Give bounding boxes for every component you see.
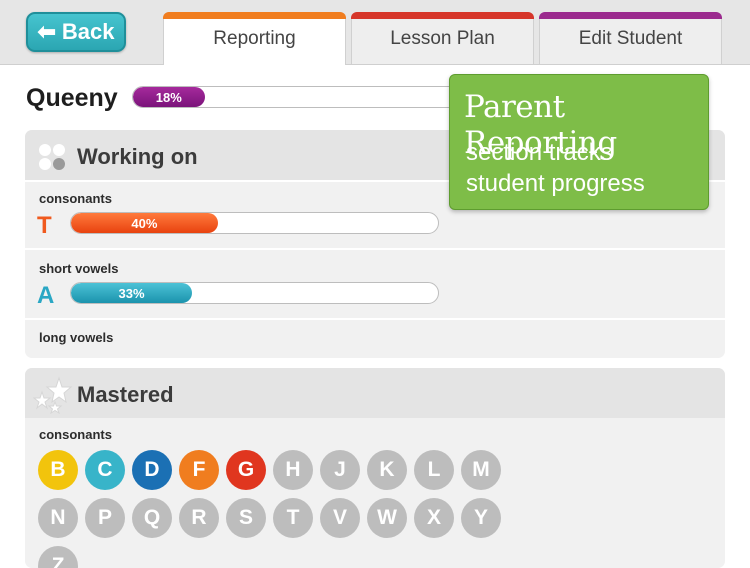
back-button[interactable]: ⬅ Back	[26, 12, 126, 52]
letter-badge-j[interactable]: J	[320, 450, 360, 490]
category-progress-bar: 33%	[70, 282, 439, 304]
student-name: Queeny	[26, 84, 118, 112]
category-progress-label: 40%	[131, 215, 158, 231]
student-progress-fill: 18%	[133, 87, 205, 107]
category-label: short vowels	[39, 261, 119, 276]
letter-badge-g[interactable]: G	[226, 450, 266, 490]
letter-badge-x[interactable]: X	[414, 498, 454, 538]
letter-badge-d[interactable]: D	[132, 450, 172, 490]
letter-badge-q[interactable]: Q	[132, 498, 172, 538]
letter-badge-f[interactable]: F	[179, 450, 219, 490]
tab-label: Reporting	[213, 28, 296, 49]
tab-accent-stripe	[163, 12, 346, 19]
letter-badge-y[interactable]: Y	[461, 498, 501, 538]
mastered-title: Mastered	[77, 382, 174, 407]
letter-badge-v[interactable]: V	[320, 498, 360, 538]
letter-badge-k[interactable]: K	[367, 450, 407, 490]
letter-badge-n[interactable]: N	[38, 498, 78, 538]
letter-badge-w[interactable]: W	[367, 498, 407, 538]
tab-reporting[interactable]: Reporting	[163, 12, 346, 65]
stars-icon	[33, 376, 73, 414]
top-nav-bar: ⬅ Back Reporting Lesson Plan Edit Studen…	[0, 0, 750, 65]
tab-label: Edit Student	[578, 27, 683, 49]
promo-subtitle-line: section tracks	[466, 139, 613, 166]
dots-icon	[39, 144, 65, 170]
letter-badge-c[interactable]: C	[85, 450, 125, 490]
working-on-title: Working on	[77, 144, 198, 169]
student-progress-label: 18%	[155, 89, 182, 105]
promo-subtitle: section tracks student progress	[466, 137, 645, 199]
tab-label: Lesson Plan	[390, 27, 495, 49]
letter-badge-h[interactable]: H	[273, 450, 313, 490]
working-row-short-vowels: short vowels A 33%	[25, 248, 725, 320]
letter-badge-p[interactable]: P	[85, 498, 125, 538]
tab-lesson-plan[interactable]: Lesson Plan	[351, 12, 534, 64]
promo-badge: Parent Reporting section tracks student …	[449, 74, 709, 210]
tab-accent-stripe	[351, 12, 534, 19]
category-progress-fill: 40%	[71, 213, 218, 233]
category-label: consonants	[39, 191, 112, 206]
category-label: long vowels	[39, 330, 114, 345]
arrow-left-icon: ⬅	[37, 19, 56, 44]
promo-subtitle-line: student progress	[466, 170, 645, 197]
letter-badge-z[interactable]: Z	[38, 546, 78, 568]
current-letter: A	[37, 282, 55, 309]
letter-badge-l[interactable]: L	[414, 450, 454, 490]
letter-badge-s[interactable]: S	[226, 498, 266, 538]
mastered-category-label: consonants	[39, 427, 112, 442]
working-row-long-vowels: long vowels	[25, 318, 725, 358]
tab-edit-student[interactable]: Edit Student	[539, 12, 722, 64]
letter-badge-t[interactable]: T	[273, 498, 313, 538]
current-letter: T	[37, 212, 52, 239]
mastered-header: Mastered	[25, 368, 725, 418]
mastered-panel: Mastered consonants BCDFGHJKLM NPQRSTVWXY…	[25, 368, 725, 568]
letter-badge-b[interactable]: B	[38, 450, 78, 490]
letter-badge-m[interactable]: M	[461, 450, 501, 490]
tab-accent-stripe	[539, 12, 722, 19]
category-progress-bar: 40%	[70, 212, 439, 234]
category-progress-fill: 33%	[71, 283, 193, 303]
back-button-label: Back	[61, 19, 115, 44]
letter-badge-r[interactable]: R	[179, 498, 219, 538]
category-progress-label: 33%	[118, 285, 145, 301]
